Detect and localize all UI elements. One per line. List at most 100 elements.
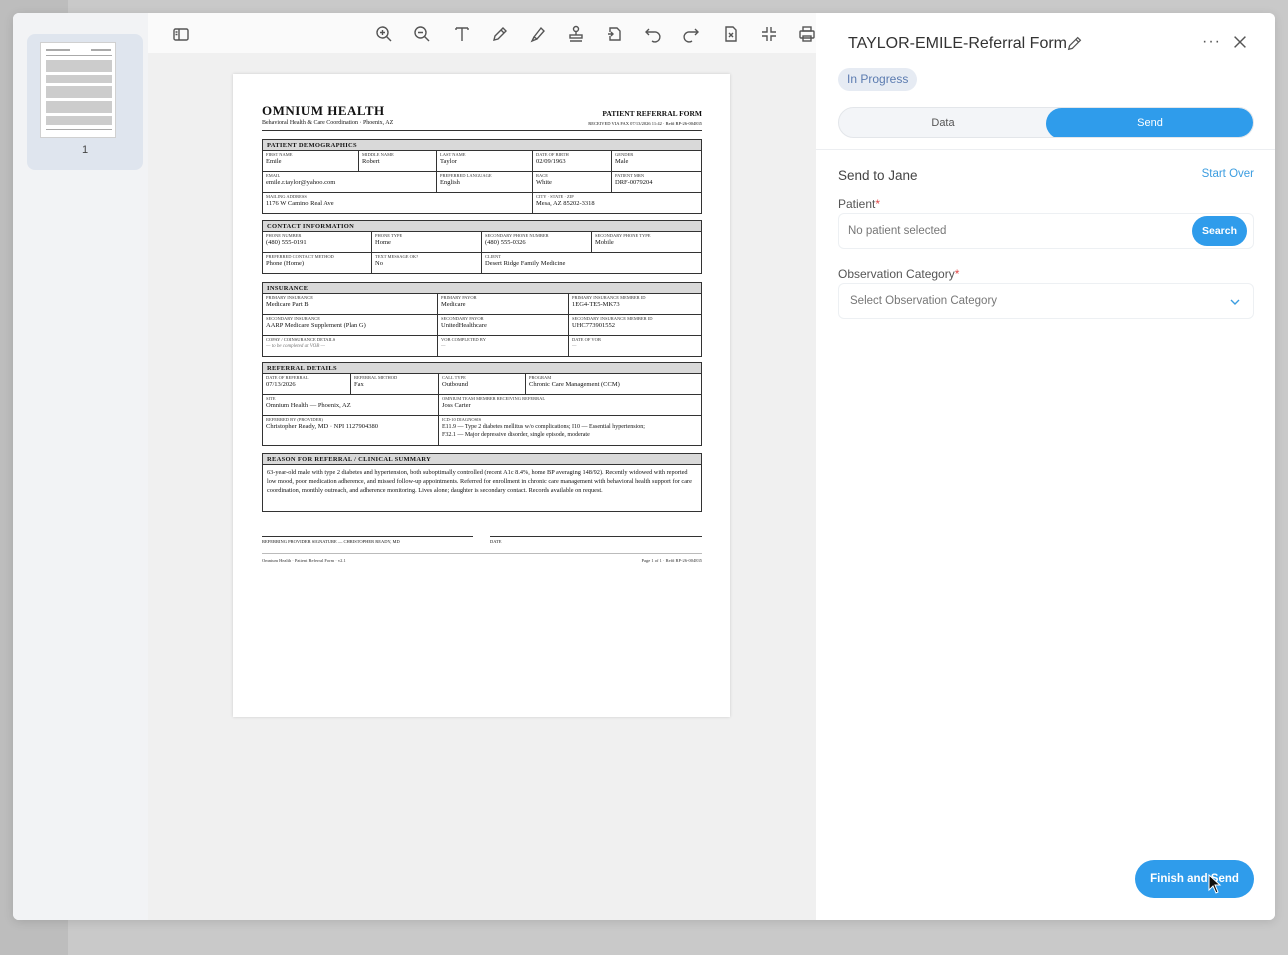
pen-icon[interactable] [489,23,511,45]
tab-send[interactable]: Send [1046,108,1253,137]
status-badge: In Progress [838,68,918,91]
field-value: 1EG4-TE5-MK73 [572,301,620,308]
panel-divider [816,149,1275,150]
document-viewer: OMNIUM HEALTH Behavioral Health & Care C… [148,13,816,920]
stamp-icon[interactable] [565,23,587,45]
patient-label-text: Patient [838,197,876,211]
doc-org-name: OMNIUM HEALTH [262,103,385,118]
chevron-down-icon [1229,295,1241,307]
field-value: Omnium Health — Phoenix, AZ [266,402,351,409]
send-panel: TAYLOR-EMILE-Referral Form ··· In Progre… [816,13,1275,920]
document-modal: 1 OMNIUM HEALTH Behavioral Health & Care… [13,13,1275,920]
section-contact: CONTACT INFORMATION PHONE NUMBER (480) 55… [262,220,702,274]
section-header: CONTACT INFORMATION [263,221,701,232]
thumbnail-page-number: 1 [81,144,89,156]
section-header: REASON FOR REFERRAL / CLINICAL SUMMARY [263,454,701,465]
field-value: Male [615,158,629,165]
patient-label: Patient* [838,197,880,211]
footer-left: Omnium Health · Patient Referral Form · … [262,558,346,563]
section-header: REFERRAL DETAILS [263,363,701,374]
field-value: UnitedHealthcare [441,322,487,329]
footer-right: Page 1 of 1 · Ref# RP-26-004835 [641,558,703,563]
thumbnail-sidebar: 1 [13,13,148,920]
field-value: emile.r.taylor@yahoo.com [266,179,336,186]
field-value: Outbound [442,381,468,388]
field-value: — [572,344,577,349]
field-value: (480) 555-0326 [485,239,526,246]
field-value: Home [375,239,391,246]
field-value: (480) 555-0191 [266,239,307,246]
field-value: English [440,179,460,186]
field-value: 07/13/2026 [266,381,296,388]
sidebar-toggle-icon[interactable] [170,23,192,45]
date-label: DATE [490,539,502,544]
field-value: 02/09/1963 [536,158,566,165]
field-value: E11.9 — Type 2 diabetes mellitus w/o com… [442,424,645,430]
more-icon[interactable]: ··· [1202,33,1221,51]
thumbnail-preview [40,42,116,138]
field-value: Mesa, AZ 85202-3318 [536,200,595,207]
clinical-summary-text: 63-year-old male with type 2 diabetes an… [267,469,692,494]
zoom-in-icon[interactable] [373,23,395,45]
section-header: INSURANCE [263,283,701,294]
text-icon[interactable] [451,23,473,45]
signature-label: REFERRING PROVIDER SIGNATURE — CHRISTOPH… [262,539,400,544]
send-to-heading: Send to Jane [838,168,918,183]
category-label: Observation Category* [838,267,959,281]
required-mark: * [875,197,881,211]
section-insurance: INSURANCE PRIMARY INSURANCE Medicare Part… [262,282,702,357]
tab-data[interactable]: Data [839,108,1047,137]
field-value: Medicare Part B [266,301,309,308]
export-icon[interactable] [720,23,742,45]
patient-field[interactable]: No patient selected Search [838,213,1254,249]
field-value: Christopher Ready, MD · NPI 1127904380 [266,423,378,430]
document-page: OMNIUM HEALTH Behavioral Health & Care C… [233,74,730,717]
doc-received-line: RECEIVED VIA FAX 07/13/2026 11:42 · Ref#… [588,121,702,126]
page-thumbnail[interactable]: 1 [27,34,143,170]
field-value: UHC773901552 [572,322,615,329]
field-value: AARP Medicare Supplement (Plan G) [266,322,366,329]
mouse-cursor-icon [1208,874,1222,894]
undo-icon[interactable] [642,23,664,45]
start-over-link[interactable]: Start Over [1202,168,1254,180]
viewer-toolbar [148,13,816,53]
patient-placeholder: No patient selected [848,225,947,237]
edit-icon[interactable] [1066,34,1084,52]
redo-icon[interactable] [680,23,702,45]
section-reason: REASON FOR REFERRAL / CLINICAL SUMMARY 6… [262,453,702,512]
field-value: — to be completed at VOB — [266,344,326,349]
category-placeholder: Select Observation Category [850,295,998,307]
section-referral: REFERRAL DETAILS DATE OF REFERRAL 07/13/2… [262,362,702,446]
finish-and-send-button[interactable]: Finish and Send [1135,860,1254,898]
field-value: — [441,344,446,349]
panel-tabs: Data Send [838,107,1254,138]
field-value: Emile [266,158,282,165]
footer-rule [262,553,702,554]
field-value: F32.1 — Major depressive disorder, singl… [442,432,590,438]
doc-header-rule [262,130,702,131]
zoom-out-icon[interactable] [411,23,433,45]
signature-line [262,536,473,537]
highlighter-icon[interactable] [527,23,549,45]
close-icon[interactable] [1231,33,1249,51]
field-value: White [536,179,552,186]
rotate-page-icon[interactable] [604,23,626,45]
section-header: PATIENT DEMOGRAPHICS [263,140,701,151]
category-label-text: Observation Category [838,267,955,281]
field-value: Fax [354,381,364,388]
field-value: No [375,260,383,267]
doc-org-subtitle: Behavioral Health & Care Coordination · … [262,120,394,126]
field-value: Joss Carter [442,402,471,409]
field-value: Taylor [440,158,457,165]
doc-form-title: PATIENT REFERRAL FORM [602,109,702,118]
field-value: Chronic Care Management (CCM) [529,381,620,388]
field-value: 1176 W Camino Real Ave [266,200,334,207]
collapse-icon[interactable] [758,23,780,45]
section-demographics: PATIENT DEMOGRAPHICS FIRST NAME Emile MID… [262,139,702,214]
observation-category-select[interactable]: Select Observation Category [838,283,1254,319]
field-value: Medicare [441,301,466,308]
panel-title: TAYLOR-EMILE-Referral Form [848,35,1067,52]
required-mark: * [954,267,960,281]
print-icon[interactable] [796,23,818,45]
search-button[interactable]: Search [1192,216,1247,246]
